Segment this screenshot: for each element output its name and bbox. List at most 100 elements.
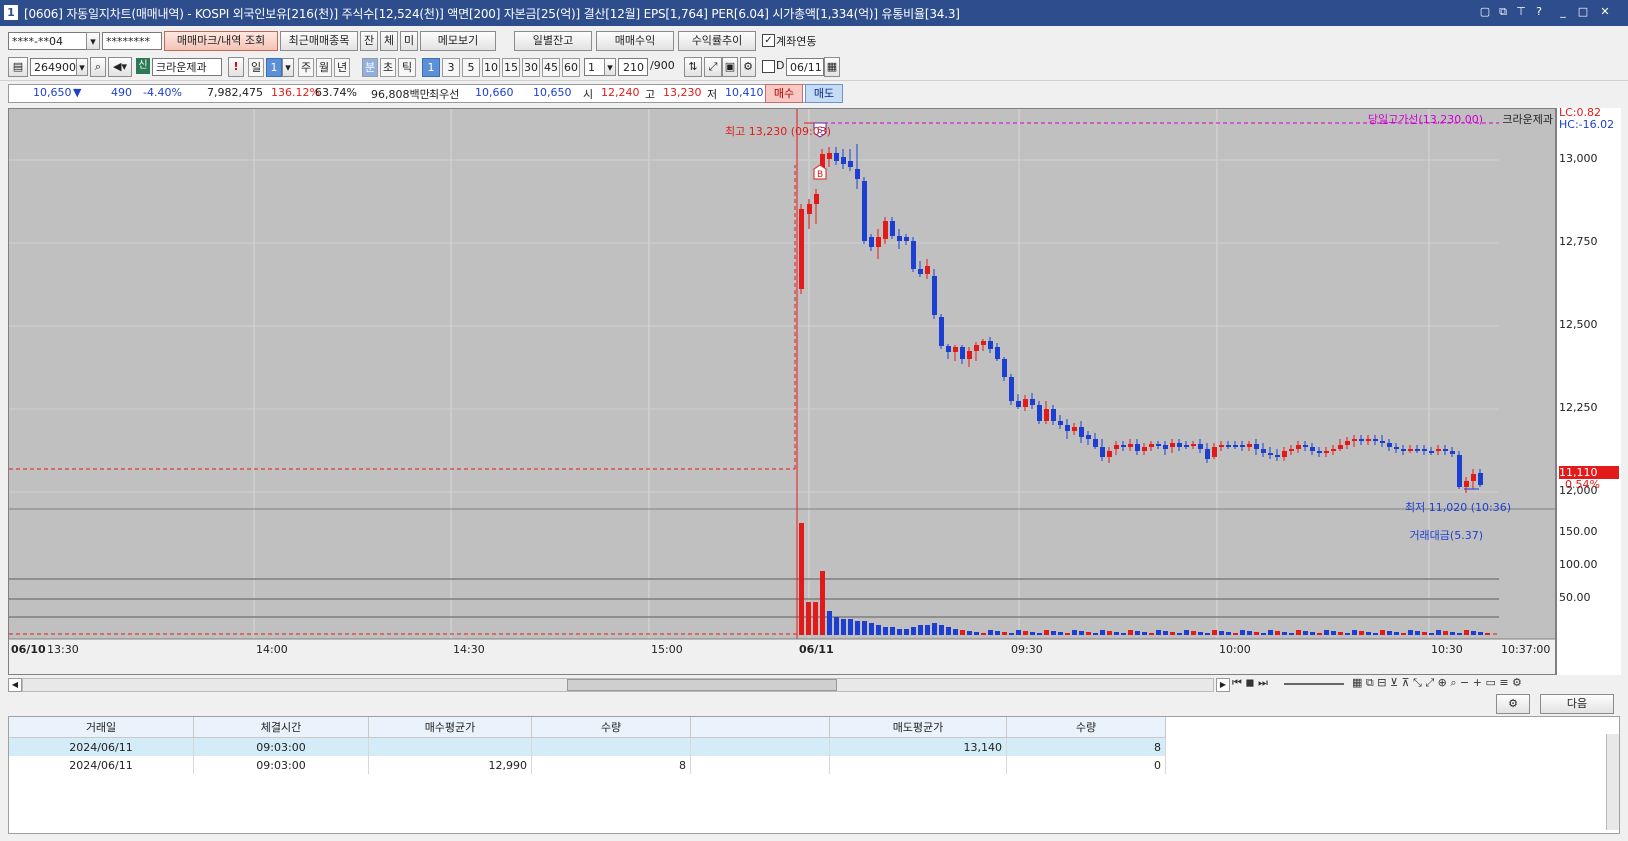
interval-3[interactable]: 3 (442, 58, 460, 77)
grid-vscrollbar[interactable] (1606, 734, 1619, 830)
recent-trades-button[interactable]: 최근매매종목 (280, 31, 358, 51)
alert-button[interactable]: ! (228, 57, 244, 77)
help-icon[interactable]: ? (1532, 5, 1546, 19)
volume-bar (1254, 632, 1259, 635)
stock-code-input[interactable]: 264900 (30, 58, 78, 76)
period-minute[interactable]: 분 (362, 58, 378, 77)
daily-balance-button[interactable]: 일별잔고 (514, 31, 592, 51)
interval-60[interactable]: 60 (562, 58, 580, 77)
col-sell-qty[interactable]: 수량 (1006, 717, 1166, 738)
save-icon[interactable]: ▣ (722, 57, 738, 77)
day-high-line-legend[interactable]: 당일고가선(13,230.00) (1368, 111, 1483, 127)
stock-name-field[interactable]: 크라운제과 (152, 58, 222, 76)
col-trade-date[interactable]: 거래일 (9, 717, 194, 738)
col-exec-time[interactable]: 체결시간 (193, 717, 369, 738)
chart-type-icon[interactable]: ⇅ (684, 57, 702, 77)
dock-icon[interactable]: ▢ (1478, 5, 1492, 19)
minimize-icon[interactable]: _ (1556, 5, 1570, 19)
interval-45[interactable]: 45 (542, 58, 560, 77)
date-checkbox[interactable] (762, 60, 775, 73)
candle-body (869, 237, 874, 247)
col-buy-avg[interactable]: 매수평균가 (368, 717, 532, 738)
maximize-icon[interactable]: □ (1576, 5, 1590, 19)
cell: 8 (1006, 737, 1166, 756)
interval-15[interactable]: 15 (502, 58, 520, 77)
interval-1[interactable]: 1 (422, 58, 440, 77)
zoom-slider[interactable] (1284, 683, 1344, 685)
search-icon[interactable]: ⌕ (90, 57, 106, 77)
sell-button[interactable]: 매도 (805, 84, 843, 103)
playback-controls[interactable]: ⏮ ◼ ⏭ (1232, 676, 1268, 690)
account-input[interactable]: ****-**04 (8, 32, 98, 50)
buy-button[interactable]: 매수 (765, 84, 803, 103)
chart-canvas[interactable]: SB06/10 13:30 14:00 14:30 15:00 06/11 09:30 10:… (9, 109, 1556, 675)
tile-icon[interactable]: ⧉ (1496, 5, 1510, 19)
candle-body (1387, 443, 1392, 447)
app-icon[interactable]: 1 (4, 5, 18, 20)
sound-icon[interactable]: ◀▾ (108, 57, 132, 77)
trade-mark-button[interactable]: 매매마크/내역 조회 (164, 31, 278, 51)
bar-count-input[interactable]: 210 (618, 58, 648, 76)
scroll-left-icon[interactable]: ◀ (8, 678, 22, 692)
period-week[interactable]: 주 (298, 58, 314, 77)
candle-body (1002, 359, 1007, 377)
calendar-icon[interactable]: ▦ (824, 57, 840, 77)
interval-5[interactable]: 5 (462, 58, 480, 77)
price-chart[interactable]: S B 06/10 13:30 14:00 14:30 15:00 06/11 09:30 10:… (8, 108, 1556, 675)
time-axis-label: 09:30 (1011, 643, 1043, 656)
draw-tool-icon[interactable]: ⤢ (704, 57, 722, 77)
volume-bar (1079, 631, 1084, 635)
candle-body (807, 204, 812, 214)
account-link-checkbox[interactable]: ✓ (762, 34, 775, 47)
password-input[interactable]: ******** (102, 32, 162, 50)
table-row[interactable]: 2024/06/11 09:03:00 13,140 8 (9, 737, 1166, 756)
period-dropdown-icon[interactable]: ▾ (282, 58, 294, 77)
count-dropdown-icon[interactable]: ▾ (604, 58, 616, 76)
col-blank (690, 717, 830, 738)
chart-tools-icon[interactable]: ▦ ⧉ ⊟ ⊻ ⊼ ⤡ ⤢ ⊕ ⌕ − + ▭ ≡ ⚙ (1352, 676, 1522, 690)
grid-settings-icon[interactable]: ⚙ (1496, 694, 1530, 714)
account-dropdown-icon[interactable]: ▾ (86, 32, 100, 50)
trade-history-grid[interactable]: 거래일 체결시간 매수평균가 수량 매도평균가 수량 2024/06/11 09… (8, 716, 1620, 834)
chart-scrollbar[interactable] (22, 678, 1214, 692)
volume-bar (953, 629, 958, 635)
buy-marker-label: B (817, 170, 823, 180)
volume-bar (1471, 631, 1476, 635)
price-tick-label: 12,750 (1559, 235, 1598, 248)
interval-30[interactable]: 30 (522, 58, 540, 77)
volume-bar (981, 633, 986, 635)
col-buy-qty[interactable]: 수량 (531, 717, 691, 738)
return-trend-button[interactable]: 수익률추이 (678, 31, 756, 51)
code-dropdown-icon[interactable]: ▾ (76, 58, 88, 76)
layout-icon[interactable]: ▤ (8, 57, 28, 77)
col-sell-avg[interactable]: 매도평균가 (829, 717, 1007, 738)
unfilled-button[interactable]: 미 (400, 31, 418, 51)
scroll-right-icon[interactable]: ▶ (1216, 678, 1230, 692)
price-axis[interactable]: LC:0.82 HC:-16.02 13,000 12,750 12,500 12,2… (1556, 106, 1621, 829)
period-year[interactable]: 년 (334, 58, 350, 77)
volume-bar (1310, 632, 1315, 635)
next-button[interactable]: 다음 (1540, 694, 1614, 714)
table-row[interactable]: 2024/06/11 09:03:00 12,990 8 0 (9, 756, 1166, 774)
interval-10[interactable]: 10 (482, 58, 500, 77)
memo-button[interactable]: 메모보기 (420, 31, 496, 51)
period-day-count[interactable]: 1 (266, 58, 282, 77)
trade-profit-button[interactable]: 매매수익 (596, 31, 674, 51)
volume-bar (1100, 630, 1105, 635)
settings-gear-icon[interactable]: ⚙ (740, 57, 756, 77)
volume-bar (876, 625, 881, 635)
period-month[interactable]: 월 (316, 58, 332, 77)
date-input[interactable]: 06/11 (786, 58, 824, 76)
time-axis-label: 10:37:00 (1501, 643, 1550, 656)
pin-icon[interactable]: ⊤ (1514, 5, 1528, 19)
close-icon[interactable]: ✕ (1598, 5, 1612, 19)
filled-button[interactable]: 체 (380, 31, 398, 51)
volume-legend[interactable]: 거래대금(5.37) (1409, 527, 1483, 543)
balance-button[interactable]: 잔 (360, 31, 378, 51)
scroll-thumb[interactable] (567, 679, 837, 691)
stock-legend[interactable]: 크라운제과 (1502, 111, 1553, 127)
count-select[interactable]: 1 (584, 58, 606, 76)
period-second[interactable]: 초 (380, 58, 396, 77)
period-day[interactable]: 일 (248, 58, 264, 77)
period-tick[interactable]: 틱 (398, 58, 416, 77)
